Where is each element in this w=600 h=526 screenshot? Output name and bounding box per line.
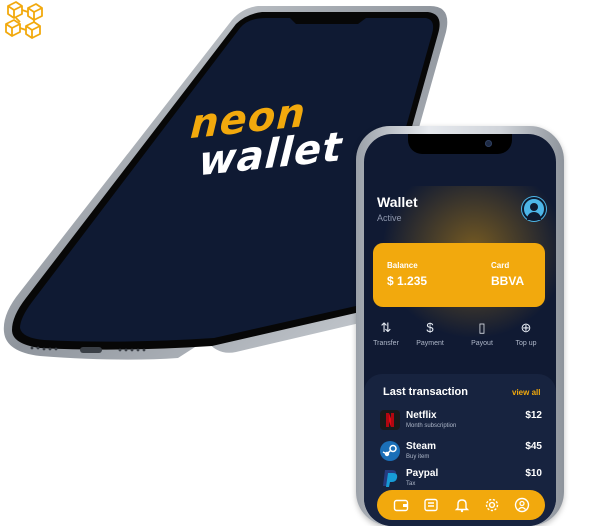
transaction-row[interactable]: Netflix Month subscription $12: [380, 408, 542, 436]
wallet-screen: Wallet Active Balance $ 1.235 Card BBVA …: [364, 134, 556, 526]
bottom-tab-bar: [377, 490, 545, 520]
phone-notch: [408, 134, 512, 154]
profile-icon[interactable]: [514, 497, 530, 513]
action-label: Top up: [515, 340, 537, 347]
card-label: Card: [491, 261, 510, 270]
cards-icon[interactable]: [423, 497, 439, 513]
payout-phone-icon: ▯: [478, 320, 486, 335]
splash-brand: neon wallet: [177, 89, 358, 185]
plus-circle-icon: ⊕: [520, 320, 532, 335]
transaction-amount: $45: [525, 441, 542, 452]
balance-card[interactable]: Balance $ 1.235 Card BBVA: [373, 243, 545, 307]
network-cubes-icon: [5, 1, 43, 39]
view-all-link[interactable]: view all: [512, 388, 540, 397]
netflix-icon: [380, 410, 400, 430]
page-title: Wallet: [377, 194, 418, 210]
balance-value: $ 1.235: [387, 274, 428, 288]
card-value: BBVA: [491, 274, 525, 288]
transaction-amount: $10: [525, 468, 542, 479]
action-transfer[interactable]: ⇅ Transfer: [366, 318, 406, 347]
transfer-arrows-icon: ⇅: [380, 320, 392, 335]
settings-icon[interactable]: [484, 497, 500, 513]
transaction-name: Steam: [406, 441, 437, 452]
action-label: Payment: [416, 340, 444, 347]
transaction-amount: $12: [525, 410, 542, 421]
action-label: Payout: [471, 340, 493, 347]
action-payment[interactable]: $ Payment: [410, 318, 450, 347]
wallet-icon[interactable]: [393, 497, 409, 513]
steam-icon: [380, 441, 400, 461]
transactions-title: Last transaction: [383, 386, 468, 398]
action-top-up[interactable]: ⊕ Top up: [506, 318, 546, 347]
transaction-row[interactable]: Steam Buy item $45: [380, 439, 542, 467]
camera-icon: [485, 140, 492, 147]
bell-icon[interactable]: [454, 497, 470, 513]
wallet-status: Active: [377, 213, 402, 223]
transaction-name: Netflix: [406, 410, 437, 421]
transaction-desc: Month subscription: [406, 423, 457, 429]
payment-hand-icon: $: [426, 320, 434, 335]
avatar[interactable]: [522, 197, 546, 221]
transaction-desc: Buy item: [406, 454, 430, 460]
wallet-phone: Wallet Active Balance $ 1.235 Card BBVA …: [356, 126, 564, 526]
transaction-desc: Tax: [406, 481, 416, 487]
action-payout[interactable]: ▯ Payout: [462, 318, 502, 347]
action-label: Transfer: [373, 340, 399, 347]
balance-label: Balance: [387, 261, 418, 270]
quick-actions: ⇅ Transfer $ Payment ▯ Payout ⊕ Top up: [364, 318, 556, 358]
transaction-name: Paypal: [406, 468, 439, 479]
paypal-icon: [383, 470, 398, 487]
